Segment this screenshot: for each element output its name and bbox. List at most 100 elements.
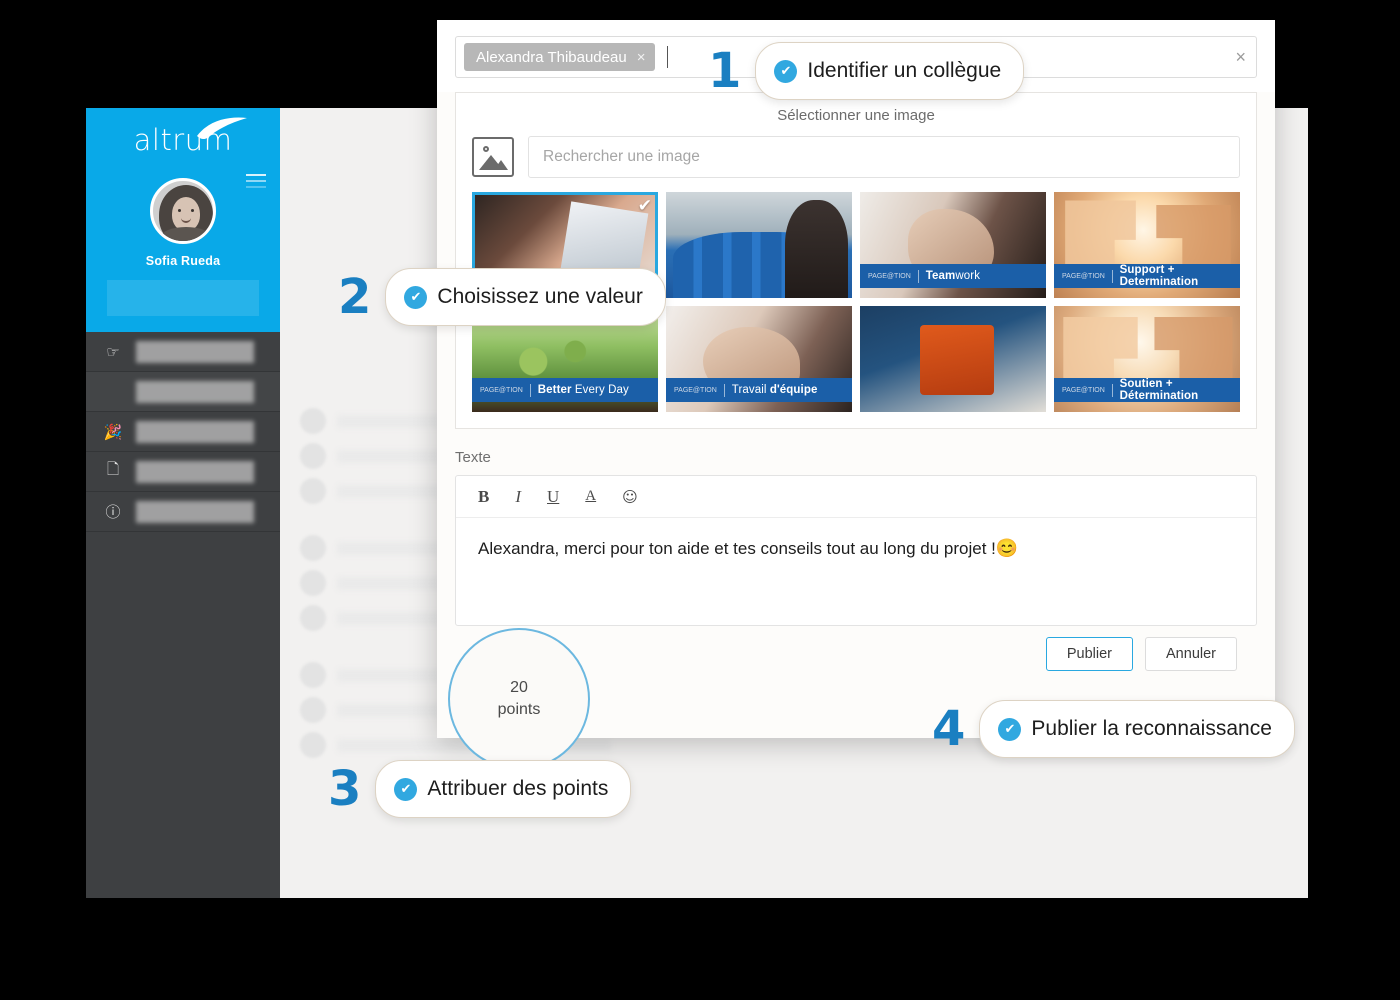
callout-label: Publier la reconnaissance	[1031, 717, 1272, 740]
image-thumbnail[interactable]: PAGE@TION Soutien + Détermination	[1054, 306, 1240, 412]
sidebar-item-4[interactable]: 🗋	[86, 452, 280, 492]
font-color-icon[interactable]: A	[585, 488, 596, 505]
remove-recipient-icon[interactable]: ×	[637, 49, 646, 66]
sidebar-item-5[interactable]: ⓘ	[86, 492, 280, 532]
image-picker: Sélectionner une image Rechercher une im…	[455, 92, 1257, 429]
recipient-name: Alexandra Thibaudeau	[476, 48, 627, 66]
sidebar-item-1[interactable]: ☞	[86, 332, 280, 372]
sidebar: altrum Sofia Rueda ☞ 🎉 🗋 ⓘ	[86, 108, 280, 898]
points-badge[interactable]: 20 points	[448, 628, 590, 770]
editor-label: Texte	[455, 449, 491, 466]
recognition-modal: Alexandra Thibaudeau × × Sélectionner un…	[437, 20, 1275, 770]
caption-bold: Team	[925, 270, 956, 282]
editor-toolbar: B I U A ☺	[456, 476, 1256, 518]
screenshot-root: altrum Sofia Rueda ☞ 🎉 🗋 ⓘ Alexandra Thi…	[0, 0, 1400, 1000]
image-caption: PAGE@TION Soutien + Détermination	[1054, 378, 1240, 402]
check-circle-icon: ✔	[998, 717, 1022, 741]
cancel-button[interactable]: Annuler	[1145, 637, 1237, 671]
image-thumbnail[interactable]	[860, 306, 1046, 412]
publish-button[interactable]: Publier	[1045, 637, 1134, 671]
avatar[interactable]	[150, 178, 216, 244]
avatar	[300, 535, 326, 561]
bold-icon[interactable]: B	[478, 487, 489, 507]
callout-3: 3 ✔ Attribuer des points	[328, 760, 632, 818]
caption-bold: Better	[537, 384, 572, 396]
text-caret	[667, 46, 669, 68]
caption-brand: PAGE@TION	[1062, 386, 1105, 394]
avatar	[300, 697, 326, 723]
image-caption: PAGE@TION Support + Determination	[1054, 264, 1240, 288]
recipient-chip: Alexandra Thibaudeau ×	[464, 43, 656, 71]
avatar	[300, 570, 326, 596]
sidebar-item-3[interactable]: 🎉	[86, 412, 280, 452]
avatar	[300, 732, 326, 758]
caption-bold: d'équipe	[769, 384, 818, 396]
image-thumbnail[interactable]: PAGE@TION Teamwork	[860, 192, 1046, 298]
sidebar-item-label	[136, 420, 254, 443]
image-caption: PAGE@TION Teamwork	[860, 264, 1046, 288]
brand-logo: altrum	[86, 108, 280, 170]
image-thumbnail[interactable]: PAGE@TION Travail d'équipe	[666, 306, 852, 412]
emoji-icon[interactable]: ☺	[622, 488, 638, 506]
caption-brand: PAGE@TION	[1062, 272, 1105, 280]
sidebar-profile-panel: altrum Sofia Rueda	[86, 108, 280, 332]
avatar	[300, 408, 326, 434]
user-name: Sofia Rueda	[145, 254, 221, 268]
callout-pill: ✔ Choisissez une valeur	[385, 268, 666, 326]
sidebar-item-2[interactable]	[86, 372, 280, 412]
image-search-input[interactable]: Rechercher une image	[528, 136, 1240, 178]
callout-number: 2	[338, 269, 372, 325]
callout-number: 3	[328, 761, 362, 817]
sidebar-item-label	[136, 460, 254, 483]
sidebar-item-label	[136, 380, 254, 403]
callout-label: Attribuer des points	[427, 777, 609, 800]
caption-brand: PAGE@TION	[480, 386, 523, 394]
points-unit: points	[497, 701, 541, 718]
caption-brand: PAGE@TION	[674, 386, 717, 394]
callout-4: 4 ✔ Publier la reconnaissance	[932, 700, 1295, 758]
caption-bold: Soutien + Détermination	[1119, 378, 1199, 402]
image-search-row: Rechercher une image	[472, 136, 1240, 178]
callout-1: 1 ✔ Identifier un collègue	[708, 42, 1025, 100]
avatar	[300, 443, 326, 469]
callout-pill: ✔ Publier la reconnaissance	[979, 700, 1295, 758]
question-mark-icon: ⓘ	[105, 504, 121, 521]
check-circle-icon: ✔	[774, 59, 798, 83]
avatar	[300, 662, 326, 688]
underline-icon[interactable]: U	[547, 487, 559, 507]
news-card-icon: 🗋	[106, 461, 120, 478]
italic-icon[interactable]: I	[515, 487, 521, 507]
caption-light: work	[955, 270, 981, 282]
callout-number: 1	[708, 43, 742, 99]
callout-pill: ✔ Attribuer des points	[375, 760, 632, 818]
picker-title: Sélectionner une image	[777, 107, 935, 124]
callout-label: Choisissez une valeur	[437, 285, 643, 308]
avatar	[300, 605, 326, 631]
party-popper-icon: 🎉	[103, 423, 123, 441]
profile-block: Sofia Rueda	[86, 178, 280, 316]
caption-light: Travail	[731, 384, 770, 396]
picture-icon	[472, 137, 514, 177]
caption-bold: Support + Determination	[1119, 264, 1199, 288]
caption-brand: PAGE@TION	[868, 272, 911, 280]
message-text-area[interactable]: Alexandra, merci pour ton aide et tes co…	[456, 518, 1256, 625]
avatar	[300, 478, 326, 504]
caption-light: Every Day	[571, 384, 629, 396]
check-circle-icon: ✔	[394, 777, 418, 801]
hamburger-menu-icon[interactable]	[246, 174, 266, 192]
callout-pill: ✔ Identifier un collègue	[755, 42, 1025, 100]
image-caption: PAGE@TION Better Every Day	[472, 378, 658, 402]
image-thumbnail[interactable]	[666, 192, 852, 298]
message-emoji: 😊	[995, 538, 1019, 558]
image-thumbnail[interactable]: PAGE@TION Support + Determination	[1054, 192, 1240, 298]
wing-swoosh-icon	[197, 117, 247, 140]
close-icon[interactable]: ×	[1235, 47, 1246, 68]
selected-check-icon: ✔	[637, 196, 652, 215]
sidebar-nav: ☞ 🎉 🗋 ⓘ	[86, 332, 280, 532]
rich-text-editor: B I U A ☺ Alexandra, merci pour ton aide…	[455, 475, 1257, 626]
sidebar-item-label	[136, 340, 254, 363]
check-circle-icon: ✔	[404, 285, 428, 309]
sidebar-search-placeholder[interactable]	[107, 280, 259, 316]
callout-number: 4	[932, 701, 966, 757]
hand-pointer-icon: ☞	[106, 343, 120, 361]
